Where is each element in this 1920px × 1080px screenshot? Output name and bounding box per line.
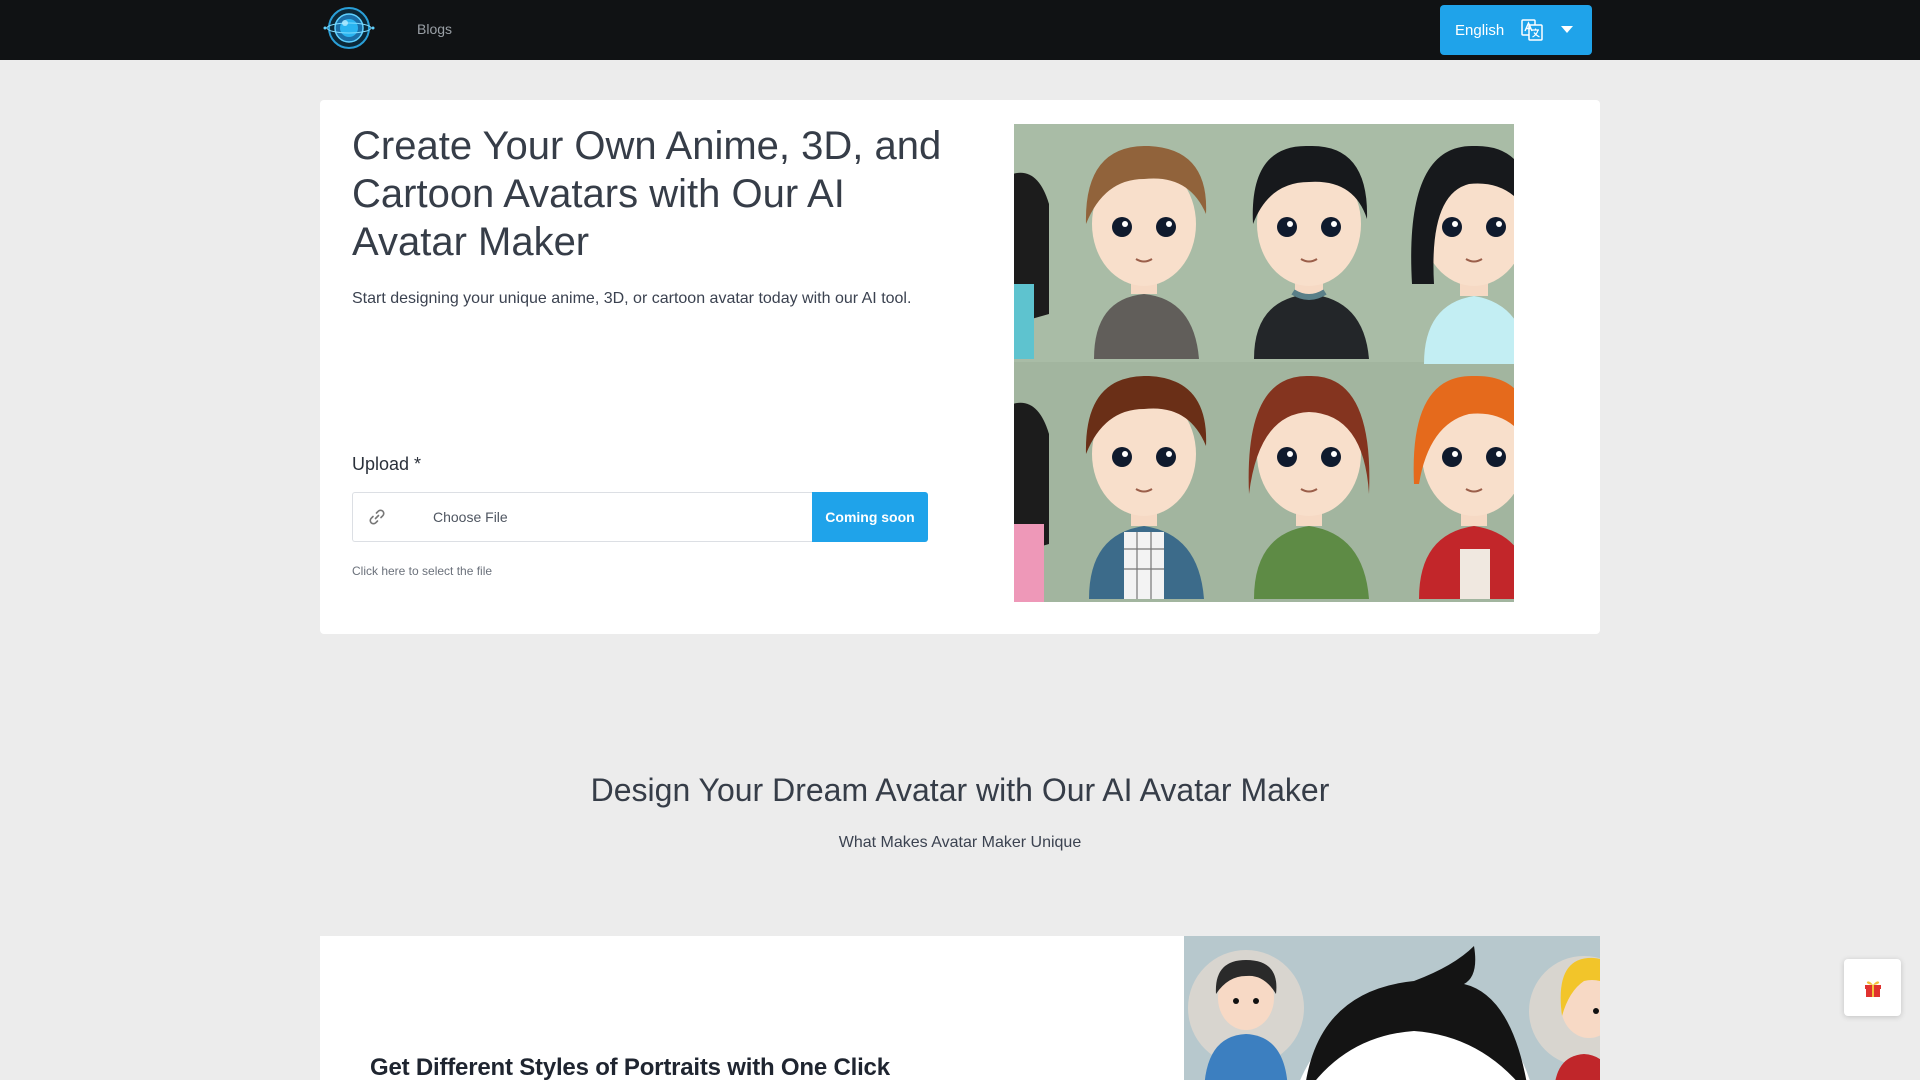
top-navigation-bar: Blogs English	[0, 0, 1920, 60]
upload-label: Upload *	[352, 454, 422, 474]
language-select-button[interactable]: English	[1440, 5, 1592, 55]
upload-help-text: Click here to select the file	[352, 564, 493, 578]
feature-card: Get Different Styles of Portraits with O…	[320, 936, 1600, 1080]
upload-row: Choose File Coming soon	[352, 492, 928, 542]
hero-subtitle: Start designing your unique anime, 3D, o…	[352, 290, 912, 307]
avatar-collage-image	[1014, 124, 1514, 602]
section-title: Design Your Dream Avatar with Our AI Ava…	[590, 772, 1330, 808]
nav-link-blogs[interactable]: Blogs	[417, 21, 452, 37]
language-label: English	[1455, 21, 1505, 39]
coming-soon-button[interactable]: Coming soon	[812, 492, 928, 542]
hero-card: Create Your Own Anime, 3D, and Cartoon A…	[320, 100, 1600, 634]
caret-down-icon	[1561, 26, 1574, 33]
hero-title: Create Your Own Anime, 3D, and Cartoon A…	[352, 124, 942, 264]
feature-title: Get Different Styles of Portraits with O…	[370, 1054, 890, 1080]
gift-float-button[interactable]	[1844, 959, 1901, 1016]
gift-icon	[1864, 980, 1881, 997]
site-logo-icon[interactable]	[320, 6, 378, 50]
feature-avatar-image	[1184, 936, 1600, 1080]
file-placeholder: Choose File	[433, 509, 508, 525]
section-subtitle: What Makes Avatar Maker Unique	[838, 834, 1082, 851]
link-icon	[369, 509, 385, 525]
file-input[interactable]: Choose File	[352, 492, 812, 542]
translate-icon	[1521, 19, 1543, 41]
